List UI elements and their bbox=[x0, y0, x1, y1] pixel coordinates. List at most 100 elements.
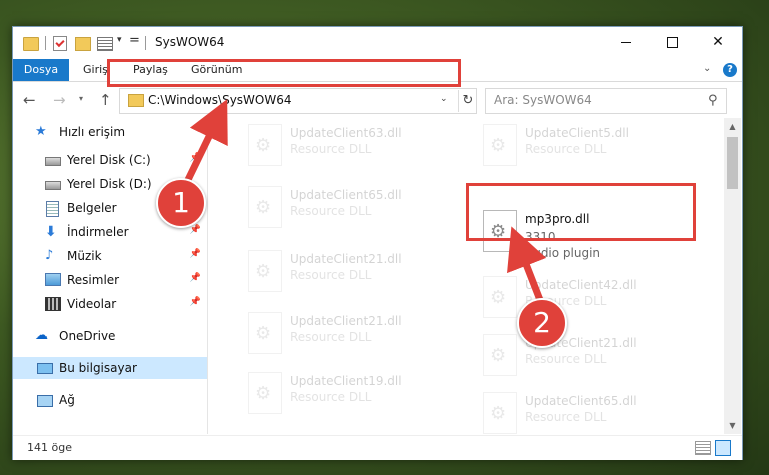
back-arrow-icon[interactable]: ← bbox=[23, 91, 36, 109]
list-item[interactable]: UpdateClient21.dll Resource DLL bbox=[238, 248, 468, 296]
divider bbox=[145, 36, 146, 50]
list-item[interactable]: UpdateClient21.dll Resource DLL bbox=[238, 310, 468, 358]
dll-file-icon bbox=[483, 392, 517, 434]
pin-icon[interactable]: 📌 bbox=[190, 297, 201, 307]
pin-icon[interactable]: 📌 bbox=[190, 273, 201, 283]
minimize-icon bbox=[621, 41, 631, 43]
list-item[interactable]: UpdateClient19.dll Resource DLL bbox=[238, 370, 468, 418]
computer-icon bbox=[37, 363, 53, 374]
star-icon: ★ bbox=[35, 124, 47, 139]
pin-icon[interactable]: 📌 bbox=[190, 225, 201, 235]
properties-check-icon[interactable] bbox=[53, 36, 67, 51]
step-badge-2: 2 bbox=[517, 298, 567, 348]
title-bar: ▾ = SysWOW64 ✕ bbox=[13, 27, 742, 59]
folder-icon[interactable] bbox=[23, 37, 39, 51]
dll-file-icon bbox=[483, 276, 517, 318]
address-path[interactable]: C:\Windows\SysWOW64 bbox=[148, 93, 292, 107]
sidebar-item-label: Müzik bbox=[67, 249, 102, 263]
list-item[interactable]: UpdateClient65.dll Resource DLL bbox=[473, 390, 703, 434]
search-input[interactable]: Ara: SysWOW64 ⚲ bbox=[485, 88, 727, 114]
status-bar: 141 öge bbox=[13, 435, 742, 460]
file-description: Resource DLL bbox=[290, 330, 372, 344]
dll-file-icon bbox=[483, 124, 517, 166]
pin-icon[interactable]: 📌 bbox=[190, 153, 201, 163]
sidebar-item-label: Belgeler bbox=[67, 201, 117, 215]
sidebar-item-quick-access[interactable]: ★ Hızlı erişim bbox=[13, 121, 207, 143]
explorer-window: ▾ = SysWOW64 ✕ Dosya Giriş Paylaş Görünü… bbox=[12, 26, 743, 460]
chevron-down-icon[interactable]: ▾ bbox=[117, 35, 122, 51]
up-arrow-icon[interactable]: ↑ bbox=[99, 91, 112, 109]
sidebar-item-label: OneDrive bbox=[59, 329, 116, 343]
sidebar-item-music[interactable]: ♪ Müzik 📌 bbox=[13, 245, 207, 267]
drive-icon bbox=[45, 157, 61, 166]
file-description: Resource DLL bbox=[525, 352, 607, 366]
sidebar-item-label: Yerel Disk (C:) bbox=[67, 153, 151, 167]
sidebar-item-network[interactable]: Ağ bbox=[13, 389, 207, 411]
list-item[interactable]: UpdateClient21.dll Resource DLL bbox=[473, 332, 703, 380]
documents-icon bbox=[46, 201, 59, 217]
sidebar-item-onedrive[interactable]: ☁ OneDrive bbox=[13, 325, 207, 347]
list-item[interactable]: UpdateClient5.dll Resource DLL bbox=[473, 122, 703, 170]
file-name: UpdateClient65.dll bbox=[525, 394, 637, 408]
sidebar-item-disk-c[interactable]: Yerel Disk (C:) 📌 bbox=[13, 149, 207, 171]
download-icon: ⬇ bbox=[45, 224, 57, 240]
file-description: Resource DLL bbox=[290, 268, 372, 282]
pin-icon[interactable]: 📌 bbox=[190, 249, 201, 259]
address-bar[interactable]: C:\Windows\SysWOW64 ⌄ ↻ bbox=[119, 88, 477, 114]
file-name: UpdateClient42.dll bbox=[525, 278, 637, 292]
search-icon[interactable]: ⚲ bbox=[708, 93, 718, 108]
sidebar-item-label: İndirmeler bbox=[67, 225, 129, 239]
sidebar-item-label: Ağ bbox=[59, 393, 75, 407]
list-item[interactable]: UpdateClient42.dll Resource DLL bbox=[473, 274, 703, 322]
video-icon bbox=[45, 297, 61, 311]
close-icon: ✕ bbox=[712, 34, 724, 50]
file-name: UpdateClient21.dll bbox=[290, 252, 402, 266]
file-highlight-box bbox=[466, 183, 696, 241]
sidebar-item-label: Hızlı erişim bbox=[59, 125, 126, 139]
music-icon: ♪ bbox=[45, 248, 54, 263]
maximize-button[interactable] bbox=[649, 27, 695, 57]
file-name: UpdateClient19.dll bbox=[290, 374, 402, 388]
properties-icon[interactable] bbox=[97, 37, 113, 51]
minimize-button[interactable] bbox=[603, 27, 649, 57]
recent-locations-chevron-icon[interactable]: ▾ bbox=[79, 94, 83, 103]
file-name: UpdateClient63.dll bbox=[290, 126, 402, 140]
new-folder-icon[interactable] bbox=[75, 37, 91, 51]
customize-quick-access-button[interactable]: = bbox=[129, 33, 140, 49]
expand-ribbon-chevron-icon[interactable]: ⌄ bbox=[703, 63, 711, 74]
scroll-down-icon[interactable]: ▼ bbox=[724, 417, 741, 434]
forward-arrow-icon[interactable]: → bbox=[53, 91, 66, 109]
list-item[interactable]: UpdateClient63.dll Resource DLL bbox=[238, 122, 468, 170]
file-description: Resource DLL bbox=[525, 410, 607, 424]
network-icon bbox=[37, 395, 53, 407]
list-item[interactable]: UpdateClient65.dll Resource DLL bbox=[238, 184, 468, 232]
sidebar-item-this-pc[interactable]: Bu bilgisayar bbox=[13, 357, 207, 379]
close-button[interactable]: ✕ bbox=[695, 27, 741, 57]
pictures-icon bbox=[45, 273, 61, 286]
sidebar-item-pictures[interactable]: Resimler 📌 bbox=[13, 269, 207, 291]
search-placeholder: Ara: SysWOW64 bbox=[494, 93, 592, 107]
navigation-pane: ★ Hızlı erişim Yerel Disk (C:) 📌 Yerel D… bbox=[13, 118, 208, 434]
navigation-bar: ← → ▾ ↑ C:\Windows\SysWOW64 ⌄ ↻ Ara: Sys… bbox=[13, 82, 742, 118]
scroll-up-icon[interactable]: ▲ bbox=[724, 118, 741, 135]
dll-file-icon bbox=[248, 312, 282, 354]
scrollbar-thumb[interactable] bbox=[727, 137, 738, 189]
sidebar-item-videos[interactable]: Videolar 📌 bbox=[13, 293, 207, 315]
sidebar-item-label: Videolar bbox=[67, 297, 117, 311]
sidebar-item-label: Bu bilgisayar bbox=[59, 361, 137, 375]
file-description: Resource DLL bbox=[290, 390, 372, 404]
drive-icon bbox=[45, 181, 61, 190]
dll-file-icon bbox=[248, 372, 282, 414]
folder-icon bbox=[128, 94, 144, 107]
file-description: Resource DLL bbox=[290, 204, 372, 218]
address-history-chevron-icon[interactable]: ⌄ bbox=[440, 94, 448, 104]
step-badge-1: 1 bbox=[156, 178, 206, 228]
refresh-icon[interactable]: ↻ bbox=[458, 90, 477, 112]
help-button[interactable]: ? bbox=[723, 63, 737, 77]
vertical-scrollbar[interactable]: ▲ ▼ bbox=[724, 118, 741, 434]
file-description: Resource DLL bbox=[290, 142, 372, 156]
tiles-view-icon[interactable] bbox=[715, 440, 731, 456]
details-view-icon[interactable] bbox=[695, 441, 711, 455]
dll-file-icon bbox=[248, 186, 282, 228]
tab-file[interactable]: Dosya bbox=[13, 59, 69, 81]
